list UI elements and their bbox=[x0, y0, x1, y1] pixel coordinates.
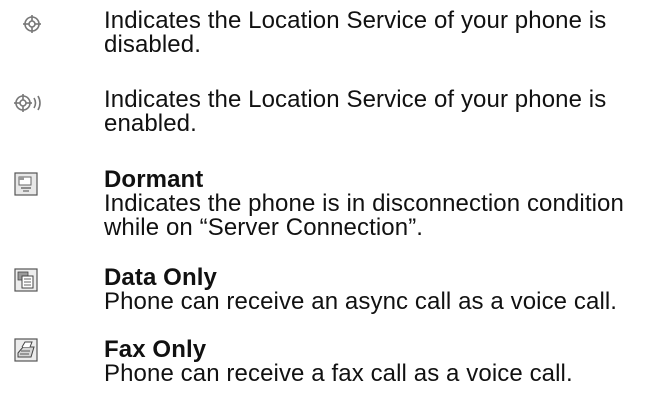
data-only-description: Phone can receive an async call as a voi… bbox=[104, 288, 618, 315]
dormant-title: Dormant bbox=[104, 166, 204, 193]
dormant-icon bbox=[14, 172, 54, 202]
fax-only-description: Phone can receive a fax call as a voice … bbox=[104, 360, 573, 387]
data-only-title: Data Only bbox=[104, 264, 217, 291]
fax-only-title: Fax Only bbox=[104, 336, 207, 363]
dormant-description: Indicates the phone is in disconnection … bbox=[104, 190, 624, 241]
location-disabled-icon bbox=[22, 14, 62, 44]
fax-only-icon bbox=[14, 338, 54, 368]
location-enabled-icon bbox=[13, 93, 53, 123]
location-enabled-description: Indicates the Location Service of your p… bbox=[104, 86, 607, 137]
data-only-icon bbox=[14, 268, 54, 298]
location-disabled-description: Indicates the Location Service of your p… bbox=[104, 7, 607, 58]
